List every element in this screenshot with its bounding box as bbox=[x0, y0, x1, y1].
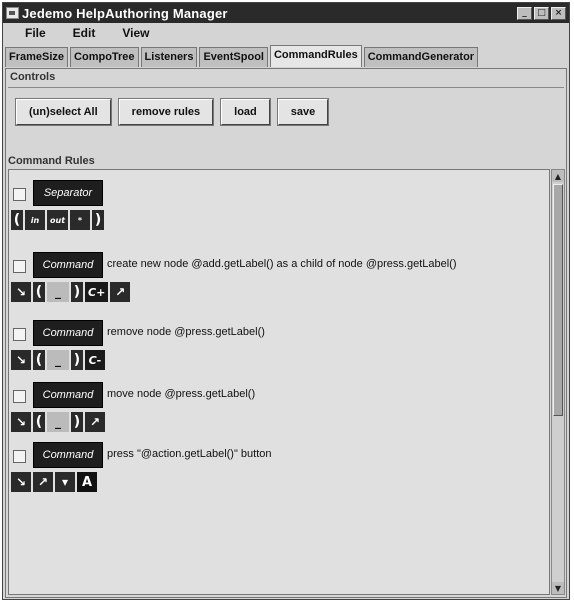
tab-listeners[interactable]: Listeners bbox=[140, 47, 198, 67]
tab-commandrules[interactable]: CommandRules bbox=[269, 45, 362, 67]
rule-item: Command remove node @press.getLabel() ↘ … bbox=[9, 320, 539, 380]
tab-strip: FrameSize CompoTree Listeners EventSpool… bbox=[3, 45, 569, 67]
out-token: out bbox=[47, 210, 69, 230]
tab-framesize[interactable]: FrameSize bbox=[5, 47, 69, 67]
down-arrow-icon: ▾ bbox=[55, 472, 75, 492]
release-arrow-icon: ↗ bbox=[33, 472, 53, 492]
blank-token: _ bbox=[47, 350, 69, 370]
controls-label: Controls bbox=[10, 71, 56, 83]
command-rules-list[interactable]: Separator ( in out * ) Command create ne… bbox=[8, 169, 550, 595]
rule-text: press "@action.getLabel()" button bbox=[107, 448, 272, 460]
tab-eventspool[interactable]: EventSpool bbox=[199, 47, 268, 67]
command-badge: Command bbox=[33, 442, 103, 468]
scroll-up-icon[interactable]: ▲ bbox=[552, 170, 564, 182]
scrollbar-thumb[interactable] bbox=[553, 184, 563, 416]
blank-token: _ bbox=[47, 282, 69, 302]
app-icon bbox=[6, 7, 19, 19]
rule-text: move node @press.getLabel() bbox=[107, 388, 256, 400]
rule-token-row: ↘ ( _ ) ↗ bbox=[11, 412, 105, 432]
title-bar[interactable]: Jedemo HelpAuthoring Manager _ □ × bbox=[3, 3, 569, 23]
tab-commandgenerator[interactable]: CommandGenerator bbox=[363, 47, 479, 67]
load-button[interactable]: load bbox=[220, 98, 271, 126]
menu-file[interactable]: File bbox=[13, 26, 61, 40]
remove-rules-button[interactable]: remove rules bbox=[117, 98, 215, 126]
menu-bar: File Edit View bbox=[3, 23, 569, 43]
open-paren-token: ( bbox=[33, 412, 45, 432]
rule-token-row: ↘ ( _ ) C- bbox=[11, 350, 105, 370]
rule-checkbox[interactable] bbox=[13, 328, 26, 341]
press-arrow-icon: ↘ bbox=[11, 472, 31, 492]
rule-token-row: ↘ ( _ ) C+ ↗ bbox=[11, 282, 131, 302]
open-paren-token: ( bbox=[33, 350, 45, 370]
release-arrow-icon: ↗ bbox=[110, 282, 131, 302]
rule-checkbox[interactable] bbox=[13, 450, 26, 463]
release-arrow-icon: ↗ bbox=[85, 412, 105, 432]
menu-view[interactable]: View bbox=[110, 26, 164, 40]
rule-item: Command move node @press.getLabel() ↘ ( … bbox=[9, 382, 539, 442]
controls-button-row: (un)select All remove rules load save bbox=[15, 98, 330, 126]
rule-checkbox[interactable] bbox=[13, 390, 26, 403]
save-button[interactable]: save bbox=[276, 98, 330, 126]
open-paren-token: ( bbox=[33, 282, 45, 302]
app-window: Jedemo HelpAuthoring Manager _ □ × File … bbox=[2, 2, 570, 600]
create-token: C+ bbox=[85, 282, 109, 302]
press-arrow-icon: ↘ bbox=[11, 412, 31, 432]
rule-text: remove node @press.getLabel() bbox=[107, 326, 265, 338]
rule-token-row: ↘ ↗ ▾ A bbox=[11, 472, 97, 492]
command-badge: Command bbox=[33, 252, 103, 278]
commandrules-panel: Controls (un)select All remove rules loa… bbox=[5, 68, 567, 598]
rule-checkbox[interactable] bbox=[13, 188, 26, 201]
close-paren-token: ) bbox=[71, 412, 83, 432]
command-badge: Command bbox=[33, 382, 103, 408]
close-button[interactable]: × bbox=[551, 6, 566, 20]
press-arrow-icon: ↘ bbox=[11, 350, 31, 370]
window-title: Jedemo HelpAuthoring Manager bbox=[22, 5, 228, 21]
rule-item: Command press "@action.getLabel()" butto… bbox=[9, 442, 539, 502]
tab-compotree[interactable]: CompoTree bbox=[70, 47, 139, 67]
close-paren-token: ) bbox=[71, 282, 83, 302]
maximize-button[interactable]: □ bbox=[534, 6, 549, 20]
rule-checkbox[interactable] bbox=[13, 260, 26, 273]
close-paren-token: ) bbox=[71, 350, 83, 370]
rule-item: Command create new node @add.getLabel() … bbox=[9, 252, 539, 312]
blank-token: _ bbox=[47, 412, 69, 432]
press-arrow-icon: ↘ bbox=[11, 282, 31, 302]
rule-item: Separator ( in out * ) bbox=[9, 180, 539, 240]
command-rules-label: Command Rules bbox=[8, 155, 95, 167]
close-paren-token: ) bbox=[92, 210, 105, 230]
open-paren-token: ( bbox=[11, 210, 23, 230]
separator-badge: Separator bbox=[33, 180, 103, 206]
minimize-button[interactable]: _ bbox=[517, 6, 532, 20]
unselect-all-button[interactable]: (un)select All bbox=[15, 98, 112, 126]
scroll-down-icon[interactable]: ▼ bbox=[552, 582, 564, 594]
menu-edit[interactable]: Edit bbox=[61, 26, 111, 40]
action-token: A bbox=[77, 472, 97, 492]
command-badge: Command bbox=[33, 320, 103, 346]
remove-token: C- bbox=[85, 350, 105, 370]
star-token: * bbox=[70, 210, 91, 230]
rule-text: create new node @add.getLabel() as a chi… bbox=[107, 258, 457, 270]
in-token: in bbox=[25, 210, 45, 230]
rule-token-row: ( in out * ) bbox=[11, 210, 105, 230]
vertical-scrollbar[interactable]: ▲ ▼ bbox=[551, 169, 565, 595]
